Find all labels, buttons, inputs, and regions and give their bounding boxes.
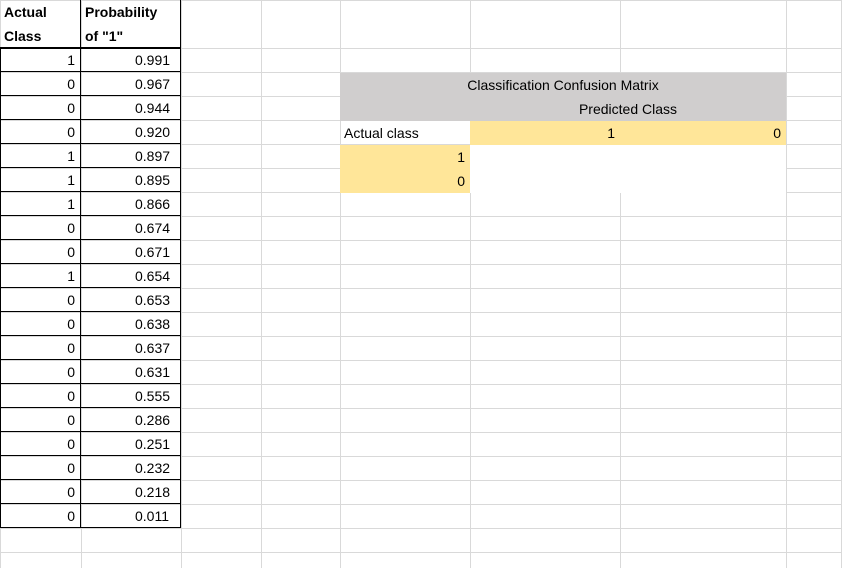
actual-value-0[interactable]: 0 xyxy=(340,169,470,193)
probability-cell[interactable]: 0.991 xyxy=(81,48,181,72)
actual-value-1[interactable]: 1 xyxy=(340,145,470,169)
probability-cell[interactable]: 0.671 xyxy=(81,240,181,264)
matrix-cell-0-0[interactable] xyxy=(620,169,786,193)
probability-cell[interactable]: 0.920 xyxy=(81,120,181,144)
gridline-vertical xyxy=(261,0,262,568)
actual-class-cell[interactable]: 0 xyxy=(0,456,81,480)
header-actual-line1: Actual xyxy=(4,3,47,20)
actual-class-cell[interactable]: 0 xyxy=(0,120,81,144)
matrix-cell-1-0[interactable] xyxy=(620,145,786,169)
probability-cell[interactable]: 0.674 xyxy=(81,216,181,240)
actual-class-cell[interactable]: 0 xyxy=(0,240,81,264)
matrix-cell-0-1[interactable] xyxy=(470,169,620,193)
actual-class-cell[interactable]: 1 xyxy=(0,264,81,288)
actual-class-cell[interactable]: 0 xyxy=(0,408,81,432)
probability-cell[interactable]: 0.967 xyxy=(81,72,181,96)
actual-class-cell[interactable]: 0 xyxy=(0,360,81,384)
probability-cell[interactable]: 0.895 xyxy=(81,168,181,192)
predicted-class-label[interactable]: Predicted Class xyxy=(470,97,786,121)
actual-class-cell[interactable]: 0 xyxy=(0,432,81,456)
actual-class-cell[interactable]: 0 xyxy=(0,216,81,240)
header-actual-line2: Class xyxy=(4,27,42,44)
matrix-cell-1-1[interactable] xyxy=(470,145,620,169)
probability-cell[interactable]: 0.944 xyxy=(81,96,181,120)
probability-cell[interactable]: 0.638 xyxy=(81,312,181,336)
probability-cell[interactable]: 0.654 xyxy=(81,264,181,288)
actual-class-cell[interactable]: 0 xyxy=(0,312,81,336)
actual-class-cell[interactable]: 1 xyxy=(0,192,81,216)
probability-cell[interactable]: 0.555 xyxy=(81,384,181,408)
actual-class-cell[interactable]: 0 xyxy=(0,504,81,528)
gridline-vertical xyxy=(181,0,182,568)
actual-class-cell[interactable]: 1 xyxy=(0,168,81,192)
probability-cell[interactable]: 0.897 xyxy=(81,144,181,168)
header-probability[interactable]: Probability of "1" xyxy=(81,0,181,48)
actual-class-cell[interactable]: 0 xyxy=(0,72,81,96)
probability-cell[interactable]: 0.011 xyxy=(81,504,181,528)
probability-cell[interactable]: 0.286 xyxy=(81,408,181,432)
predicted-value-0[interactable]: 0 xyxy=(620,121,786,145)
gridline-vertical xyxy=(786,0,787,568)
predicted-value-1[interactable]: 1 xyxy=(470,121,620,145)
actual-class-cell[interactable]: 0 xyxy=(0,288,81,312)
probability-cell[interactable]: 0.653 xyxy=(81,288,181,312)
actual-class-cell[interactable]: 0 xyxy=(0,480,81,504)
actual-class-cell[interactable]: 1 xyxy=(0,48,81,72)
header-prob-line2: of "1" xyxy=(85,27,124,44)
actual-class-cell[interactable]: 0 xyxy=(0,336,81,360)
header-actual-class[interactable]: Actual Class xyxy=(0,0,81,48)
probability-cell[interactable]: 0.631 xyxy=(81,360,181,384)
matrix-title[interactable]: Classification Confusion Matrix xyxy=(340,73,786,97)
probability-cell[interactable]: 0.866 xyxy=(81,192,181,216)
gridline-horizontal xyxy=(0,528,842,529)
actual-class-cell[interactable]: 0 xyxy=(0,96,81,120)
actual-class-label[interactable]: Actual class xyxy=(340,121,470,145)
matrix-title-row2-fill xyxy=(340,97,470,121)
actual-class-cell[interactable]: 1 xyxy=(0,144,81,168)
probability-cell[interactable]: 0.251 xyxy=(81,432,181,456)
header-prob-line1: Probability xyxy=(85,3,158,20)
probability-cell[interactable]: 0.637 xyxy=(81,336,181,360)
gridline-horizontal xyxy=(0,552,842,553)
spreadsheet-grid[interactable]: Actual Class Probability of "1" 1 0.991 0 0… xyxy=(0,0,842,568)
probability-cell[interactable]: 0.232 xyxy=(81,456,181,480)
actual-class-cell[interactable]: 0 xyxy=(0,384,81,408)
probability-cell[interactable]: 0.218 xyxy=(81,480,181,504)
